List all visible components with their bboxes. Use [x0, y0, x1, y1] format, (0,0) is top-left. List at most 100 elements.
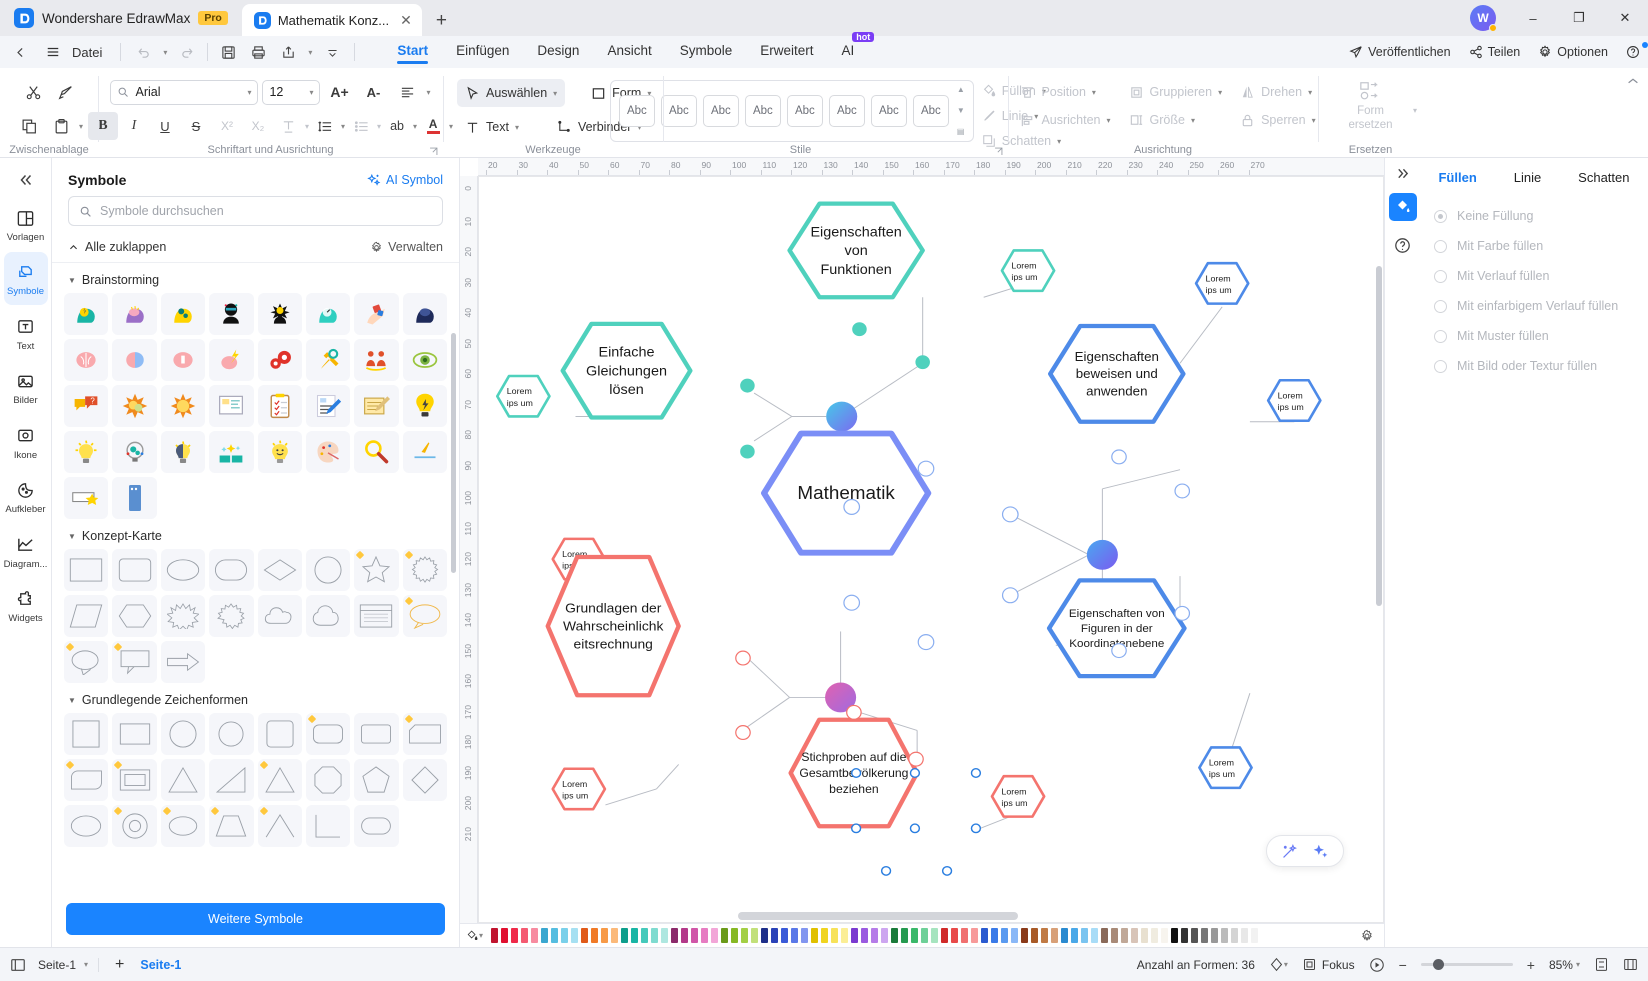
color-swatch[interactable]: [601, 928, 608, 943]
mindmap-leaf-node[interactable]: [990, 774, 1046, 818]
text-case-icon[interactable]: ab: [382, 112, 412, 140]
color-swatch[interactable]: [1151, 928, 1158, 943]
mindmap-leaf-node[interactable]: [1194, 261, 1250, 305]
color-swatch[interactable]: [1171, 928, 1178, 943]
head-bulb-teal-icon[interactable]: [64, 293, 109, 335]
help-circle-icon[interactable]: [1626, 42, 1648, 59]
selection-handle[interactable]: [909, 823, 921, 834]
clear-format-icon[interactable]: [274, 112, 304, 140]
group-menu-button[interactable]: Gruppieren ▾: [1129, 80, 1222, 104]
mindmap-leaf-node[interactable]: [551, 767, 607, 811]
category-header-grundformen[interactable]: ▼ Grundlegende Zeichenformen: [64, 683, 447, 713]
color-swatch[interactable]: [1051, 928, 1058, 943]
size-menu-button[interactable]: Größe ▾: [1129, 108, 1223, 132]
color-swatch[interactable]: [991, 928, 998, 943]
selection-handle[interactable]: [740, 378, 755, 393]
copy-icon[interactable]: [15, 112, 45, 140]
select-tool-button[interactable]: Auswählen ▾: [457, 79, 566, 107]
speech-question-icon[interactable]: ?: [64, 385, 109, 427]
color-swatch[interactable]: [1041, 928, 1048, 943]
hub-node[interactable]: [1086, 539, 1118, 570]
page-select[interactable]: Seite-1 ▾: [38, 957, 100, 972]
category-header-konzept-karte[interactable]: ▼ Konzept-Karte: [64, 519, 447, 549]
color-swatch[interactable]: [711, 928, 718, 943]
pentagon-shape[interactable]: [354, 759, 399, 801]
color-swatch[interactable]: [681, 928, 688, 943]
palette-icon[interactable]: [305, 431, 351, 473]
radio-icon[interactable]: [1434, 329, 1447, 343]
radio-icon[interactable]: [1434, 359, 1447, 373]
search-input-wrapper[interactable]: [68, 196, 443, 226]
book-sparkle-icon[interactable]: [209, 431, 254, 473]
options-button[interactable]: Optionen: [1538, 45, 1608, 59]
connector[interactable]: [656, 764, 680, 790]
color-swatch[interactable]: [551, 928, 558, 943]
head-burst-black-icon[interactable]: [257, 293, 302, 335]
diamond2-shape[interactable]: [402, 759, 447, 801]
double-chevron-left-icon[interactable]: [18, 166, 34, 198]
share-button[interactable]: Teilen: [1469, 45, 1520, 59]
fill-option-image[interactable]: Mit Bild oder Textur füllen: [1434, 351, 1634, 381]
pen-line-icon[interactable]: [402, 431, 447, 473]
octagon-shape[interactable]: [305, 759, 351, 801]
back-chevron-icon[interactable]: [6, 39, 34, 65]
people-group-icon[interactable]: [354, 339, 399, 381]
color-swatch[interactable]: [1001, 928, 1008, 943]
font-dialog-launcher[interactable]: [428, 146, 439, 157]
ai-floating-toolbar[interactable]: [1266, 835, 1344, 867]
selection-handle[interactable]: [908, 751, 924, 767]
color-swatch[interactable]: [661, 928, 668, 943]
color-swatch[interactable]: [691, 928, 698, 943]
rounded-rect2-shape[interactable]: [305, 713, 351, 755]
font-size-select[interactable]: 12 ▾: [262, 79, 321, 105]
style-sample[interactable]: Abc: [702, 95, 739, 127]
color-swatch[interactable]: [1091, 928, 1098, 943]
superscript-button[interactable]: X²: [212, 112, 242, 140]
color-swatch[interactable]: [981, 928, 988, 943]
color-swatch[interactable]: [1141, 928, 1148, 943]
color-swatch[interactable]: [971, 928, 978, 943]
selection-handle[interactable]: [909, 768, 921, 778]
zoom-slider-knob[interactable]: [1432, 959, 1444, 970]
color-swatch[interactable]: [901, 928, 908, 943]
blue-card-icon[interactable]: [112, 477, 157, 519]
color-swatch[interactable]: [561, 928, 568, 943]
chevron-up-shape[interactable]: [257, 805, 302, 847]
rounded-rect4-shape[interactable]: [402, 713, 447, 755]
vertical-ruler[interactable]: 0 10 20 30 40 50 60 70 80 90 100 110 120 130 140 150 160…: [460, 176, 478, 923]
format-painter-icon[interactable]: [50, 78, 80, 106]
color-swatch[interactable]: [881, 928, 888, 943]
ellipse-shape[interactable]: [160, 549, 206, 591]
connector[interactable]: [753, 392, 793, 417]
color-swatch[interactable]: [531, 928, 538, 943]
selection-handle[interactable]: [1001, 587, 1019, 604]
bullet-list-icon[interactable]: [346, 112, 376, 140]
color-swatch[interactable]: [1161, 928, 1168, 943]
color-swatch[interactable]: [501, 928, 508, 943]
rounded-square-shape[interactable]: [257, 713, 302, 755]
triangle2-shape[interactable]: [257, 759, 302, 801]
window-close-button[interactable]: ✕: [1602, 0, 1648, 36]
undo-caret-icon[interactable]: ▾: [159, 39, 171, 65]
theme-icon[interactable]: ▾: [1269, 957, 1288, 972]
selection-handle[interactable]: [917, 460, 935, 477]
selection-handle[interactable]: [1111, 643, 1127, 659]
color-swatch[interactable]: [841, 928, 848, 943]
zoom-in-button[interactable]: +: [1527, 957, 1535, 973]
fill-option-color[interactable]: Mit Farbe füllen: [1434, 231, 1634, 261]
color-swatch[interactable]: [521, 928, 528, 943]
file-menu-button[interactable]: Datei: [36, 39, 112, 65]
fit-page-icon[interactable]: [1594, 957, 1609, 972]
selection-handle[interactable]: [970, 823, 982, 834]
export-caret-icon[interactable]: ▾: [304, 39, 316, 65]
head-brain-navy-icon[interactable]: [402, 293, 447, 335]
strikethrough-button[interactable]: S: [181, 112, 211, 140]
color-swatch[interactable]: [761, 928, 768, 943]
sidebar-item-bilder[interactable]: Bilder: [4, 361, 48, 413]
head-gauge-teal-icon[interactable]: [305, 293, 351, 335]
new-tab-button[interactable]: +: [422, 10, 461, 36]
fit-width-icon[interactable]: [1623, 957, 1638, 972]
color-swatch[interactable]: [611, 928, 618, 943]
radio-icon[interactable]: [1434, 209, 1447, 223]
callout-rect-shape[interactable]: [112, 641, 157, 683]
